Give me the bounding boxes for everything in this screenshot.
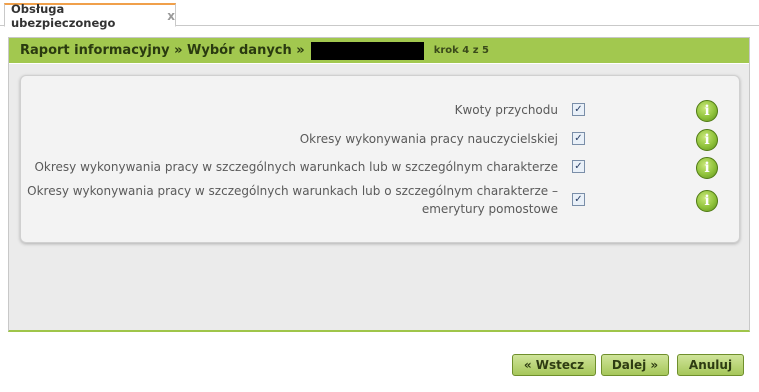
option-label: Kwoty przychodu bbox=[454, 103, 558, 117]
option-label: Okresy wykonywania pracy nauczycielskiej bbox=[299, 132, 558, 146]
option-checkbox[interactable]: ✓ bbox=[572, 193, 585, 206]
step-indicator: krok 4 z 5 bbox=[433, 45, 489, 56]
info-icon[interactable]: i bbox=[696, 157, 718, 179]
tab-label: Obsługa ubezpieczonego bbox=[11, 1, 116, 30]
option-label-line2: emerytury pomostowe bbox=[421, 202, 558, 216]
info-icon[interactable]: i bbox=[696, 129, 718, 151]
back-button[interactable]: « Wstecz bbox=[512, 354, 596, 376]
info-icon[interactable]: i bbox=[696, 100, 718, 122]
close-icon[interactable]: x bbox=[167, 9, 175, 23]
page-title: Raport informacyjny » Wybór danych » bbox=[20, 43, 305, 58]
cancel-button[interactable]: Anuluj bbox=[677, 354, 744, 376]
option-checkbox[interactable]: ✓ bbox=[572, 103, 585, 116]
next-button[interactable]: Dalej » bbox=[601, 354, 669, 376]
option-label: Okresy wykonywania pracy w szczególnych … bbox=[34, 160, 558, 174]
panel-header: Raport informacyjny » Wybór danych » kro… bbox=[9, 38, 749, 63]
option-label: Okresy wykonywania pracy w szczególnych … bbox=[27, 182, 558, 218]
option-checkbox[interactable]: ✓ bbox=[572, 160, 585, 173]
report-panel: Raport informacyjny » Wybór danych » kro… bbox=[8, 37, 750, 332]
redacted-name bbox=[310, 41, 424, 60]
tab-bar: Obsługa ubezpieczonego x bbox=[0, 0, 759, 30]
options-box: Kwoty przychodu ✓ i Okresy wykonywania p… bbox=[20, 75, 740, 243]
option-label-line1: Okresy wykonywania pracy w szczególnych … bbox=[27, 184, 558, 198]
option-checkbox[interactable]: ✓ bbox=[572, 132, 585, 145]
tab-obsluga-ubezpieczonego[interactable]: Obsługa ubezpieczonego x bbox=[4, 1, 176, 30]
info-icon[interactable]: i bbox=[696, 190, 718, 212]
